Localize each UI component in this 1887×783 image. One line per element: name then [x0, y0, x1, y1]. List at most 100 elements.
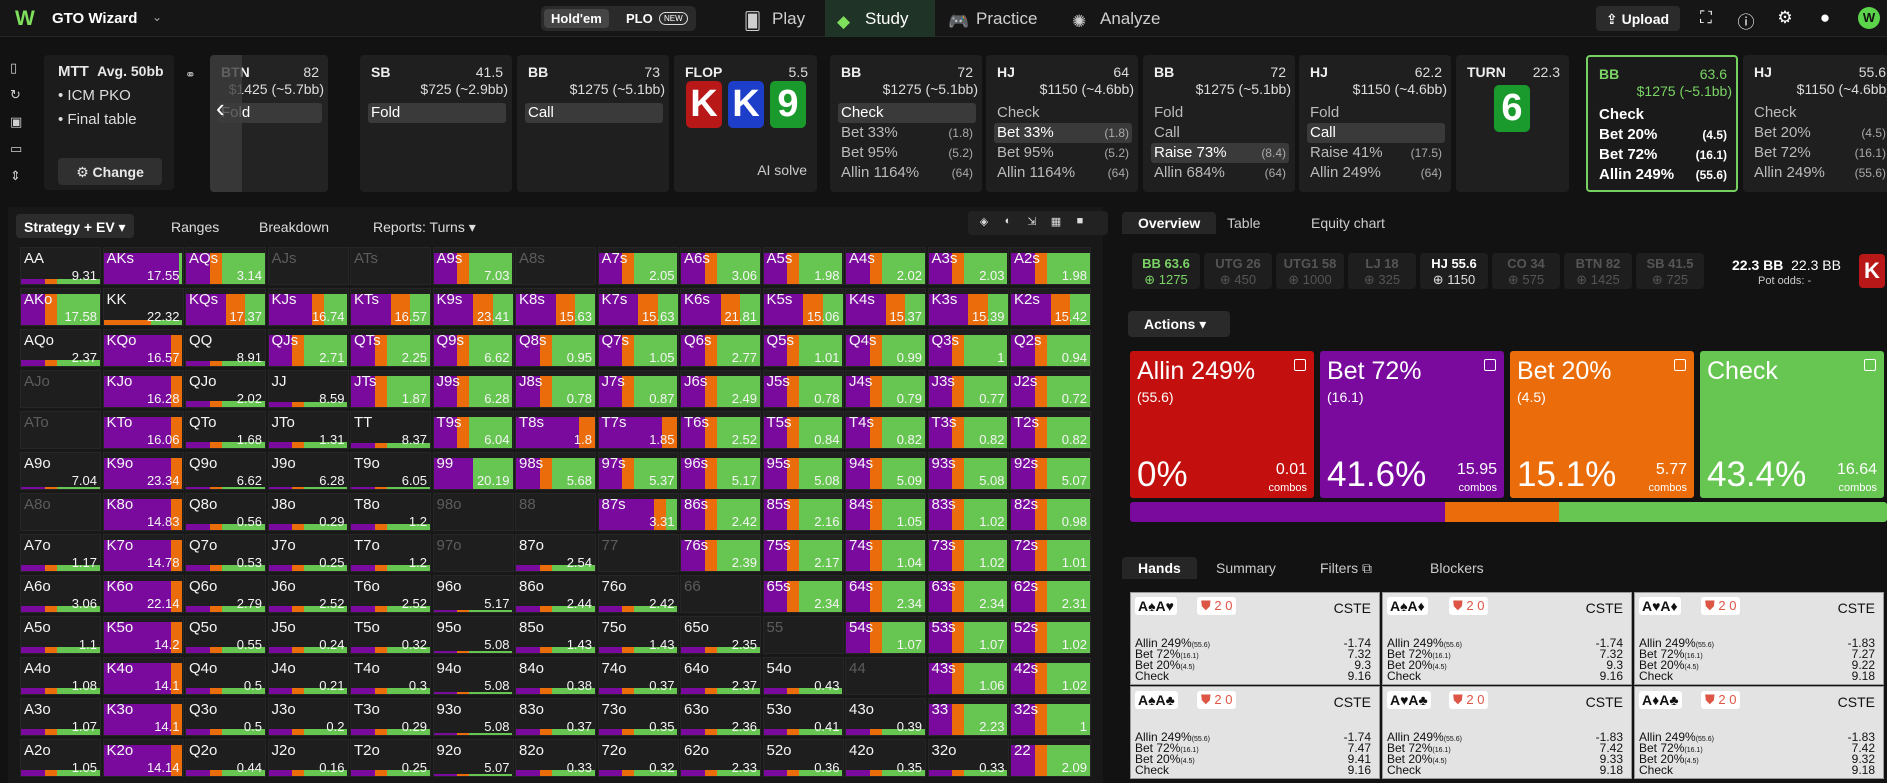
notes-icon[interactable]: [1294, 359, 1306, 371]
action-option[interactable]: Allin 684% (64): [1151, 163, 1289, 183]
range-cell[interactable]: 86s 2.42: [680, 493, 761, 531]
action-option[interactable]: Allin 249% (55.6): [1751, 163, 1887, 183]
nav-study[interactable]: ◆ Study: [825, 0, 935, 37]
range-cell[interactable]: A8o: [20, 493, 101, 531]
range-cell[interactable]: QTo 1.68: [185, 411, 266, 449]
range-cell[interactable]: ATs: [350, 247, 431, 285]
range-cell[interactable]: 74o 0.37: [597, 657, 679, 695]
range-cell[interactable]: T3o 0.29: [350, 698, 431, 736]
range-cell[interactable]: JTs 1.87: [350, 370, 431, 408]
range-cell[interactable]: 74s 1.04: [845, 534, 926, 572]
compress-icon[interactable]: ⇲: [1024, 215, 1040, 229]
range-cell[interactable]: A3o 1.07: [20, 698, 101, 736]
range-cell[interactable]: 83o 0.37: [515, 698, 596, 736]
position-card[interactable]: BB 63.6 $1275 (~5.1bb) Check Bet 20% (4.5) Bet…: [1586, 55, 1738, 192]
range-cell[interactable]: 64s 2.34: [845, 575, 926, 613]
cube-icon[interactable]: ◈: [976, 215, 992, 229]
range-cell[interactable]: Q3o 0.5: [185, 698, 266, 736]
range-cell[interactable]: T8o 1.2: [350, 493, 431, 531]
collapse-icon[interactable]: ⇕: [10, 168, 34, 195]
range-cell[interactable]: 42o 0.35: [845, 739, 926, 777]
chevron-down-icon[interactable]: ⌄: [152, 10, 162, 24]
range-cell[interactable]: K3s 15.39: [927, 288, 1009, 326]
player-chip[interactable]: LJ 18 ⊕ 325: [1348, 253, 1416, 289]
range-cell[interactable]: J4o 0.21: [267, 657, 349, 695]
range-cell[interactable]: 93s 5.08: [927, 452, 1009, 490]
upload-button[interactable]: ⇪ Upload: [1596, 6, 1680, 31]
range-cell[interactable]: QQ 8.91: [185, 329, 266, 367]
action-option[interactable]: Call: [525, 103, 663, 123]
range-cell[interactable]: 98o: [432, 493, 514, 531]
range-cell[interactable]: K4o 14.1: [102, 657, 184, 695]
range-cell[interactable]: 83s 1.02: [927, 493, 1009, 531]
tab-strategy-ev[interactable]: Strategy + EV ▾: [16, 214, 134, 238]
range-cell[interactable]: 65s 2.34: [762, 575, 844, 613]
position-card[interactable]: BB 73 $1275 (~5.1bb) Call: [517, 55, 669, 192]
range-cell[interactable]: K6o 22.14: [102, 575, 184, 613]
mode-plo-button[interactable]: PLO: [626, 11, 653, 26]
range-cell[interactable]: A2o 1.05: [20, 739, 101, 777]
range-cell[interactable]: T5s 0.84: [762, 411, 844, 449]
range-cell[interactable]: AKs 17.55: [102, 247, 184, 285]
range-cell[interactable]: K7o 14.78: [102, 534, 184, 572]
range-cell[interactable]: A7o 1.17: [20, 534, 101, 572]
range-cell[interactable]: T3s 0.82: [927, 411, 1009, 449]
range-cell[interactable]: 63o 2.36: [680, 698, 761, 736]
range-cell[interactable]: J7s 0.87: [597, 370, 679, 408]
range-cell[interactable]: A8s: [515, 247, 596, 285]
gto-wizard-logo-icon[interactable]: W: [15, 7, 41, 31]
action-option[interactable]: Call: [1307, 123, 1445, 143]
action-option[interactable]: Allin 249% (55.6): [1596, 165, 1730, 185]
range-cell[interactable]: Q6o 2.79: [185, 575, 266, 613]
range-cell[interactable]: J7o 0.25: [267, 534, 349, 572]
ai-solve-button[interactable]: AI solve: [757, 162, 807, 178]
range-cell[interactable]: 75o 1.43: [597, 616, 679, 654]
range-cell[interactable]: J2o 0.16: [267, 739, 349, 777]
action-option[interactable]: Bet 72% (16.1): [1751, 143, 1887, 163]
range-cell[interactable]: 52o 0.36: [762, 739, 844, 777]
position-card[interactable]: BB 72 $1275 (~5.1bb) Check Bet 33% (1.8) Bet 9…: [830, 55, 982, 192]
range-cell[interactable]: 95o 5.08: [432, 616, 514, 654]
range-cell[interactable]: QJo 2.02: [185, 370, 266, 408]
range-cell[interactable]: Q4s 0.99: [845, 329, 926, 367]
range-cell[interactable]: K5o 14.2: [102, 616, 184, 654]
range-cell[interactable]: JJ 8.59: [267, 370, 349, 408]
mode-holdem-button[interactable]: Hold'em: [544, 9, 609, 28]
range-cell[interactable]: 77: [597, 534, 679, 572]
range-cell[interactable]: A9s 7.03: [432, 247, 514, 285]
range-cell[interactable]: Q7o 0.53: [185, 534, 266, 572]
range-cell[interactable]: 32o 0.33: [927, 739, 1009, 777]
range-cell[interactable]: TT 8.37: [350, 411, 431, 449]
range-cell[interactable]: 42s 1.02: [1010, 657, 1091, 695]
action-option[interactable]: Raise 41% (17.5): [1307, 143, 1445, 163]
range-cell[interactable]: 62s 2.31: [1010, 575, 1091, 613]
range-cell[interactable]: 92o 5.07: [432, 739, 514, 777]
range-cell[interactable]: 54o 0.43: [762, 657, 844, 695]
change-button[interactable]: ⚙ Change: [58, 158, 162, 185]
range-cell[interactable]: J5o 0.24: [267, 616, 349, 654]
range-cell[interactable]: 95s 5.08: [762, 452, 844, 490]
app-title[interactable]: GTO Wizard: [52, 10, 137, 27]
range-cell[interactable]: J2s 0.72: [1010, 370, 1091, 408]
range-cell[interactable]: T2s 0.82: [1010, 411, 1091, 449]
range-cell[interactable]: KTs 16.57: [350, 288, 431, 326]
range-cell[interactable]: 22 2.09: [1010, 739, 1091, 777]
action-option[interactable]: Fold: [368, 103, 506, 123]
action-option[interactable]: Raise 73% (8.4): [1151, 143, 1289, 163]
range-cell[interactable]: K2o 14.14: [102, 739, 184, 777]
tab-filters[interactable]: Filters ⧉: [1304, 557, 1388, 580]
range-cell[interactable]: 72o 0.32: [597, 739, 679, 777]
range-cell[interactable]: K3o 14.1: [102, 698, 184, 736]
range-cell[interactable]: J3s 0.77: [927, 370, 1009, 408]
action-option[interactable]: Bet 95% (5.2): [994, 143, 1132, 163]
position-card[interactable]: HJ 62.2 $1150 (~4.6bb) Fold Call Raise 41% (17…: [1299, 55, 1451, 192]
range-cell[interactable]: 94o 5.08: [432, 657, 514, 695]
action-option[interactable]: Allin 1164% (64): [838, 163, 976, 183]
range-cell[interactable]: Q9o 6.62: [185, 452, 266, 490]
square-icon[interactable]: ■: [1072, 215, 1088, 229]
range-cell[interactable]: J9o 6.28: [267, 452, 349, 490]
range-cell[interactable]: QTs 2.25: [350, 329, 431, 367]
hand-card[interactable]: A♠A♣ ⛊ 2 0 CSTE Allin 249%(55.6) -1.74 Bet 72…: [1130, 686, 1380, 779]
player-chip[interactable]: SB 41.5 ⊕ 725: [1636, 253, 1704, 289]
range-cell[interactable]: 72s 1.01: [1010, 534, 1091, 572]
